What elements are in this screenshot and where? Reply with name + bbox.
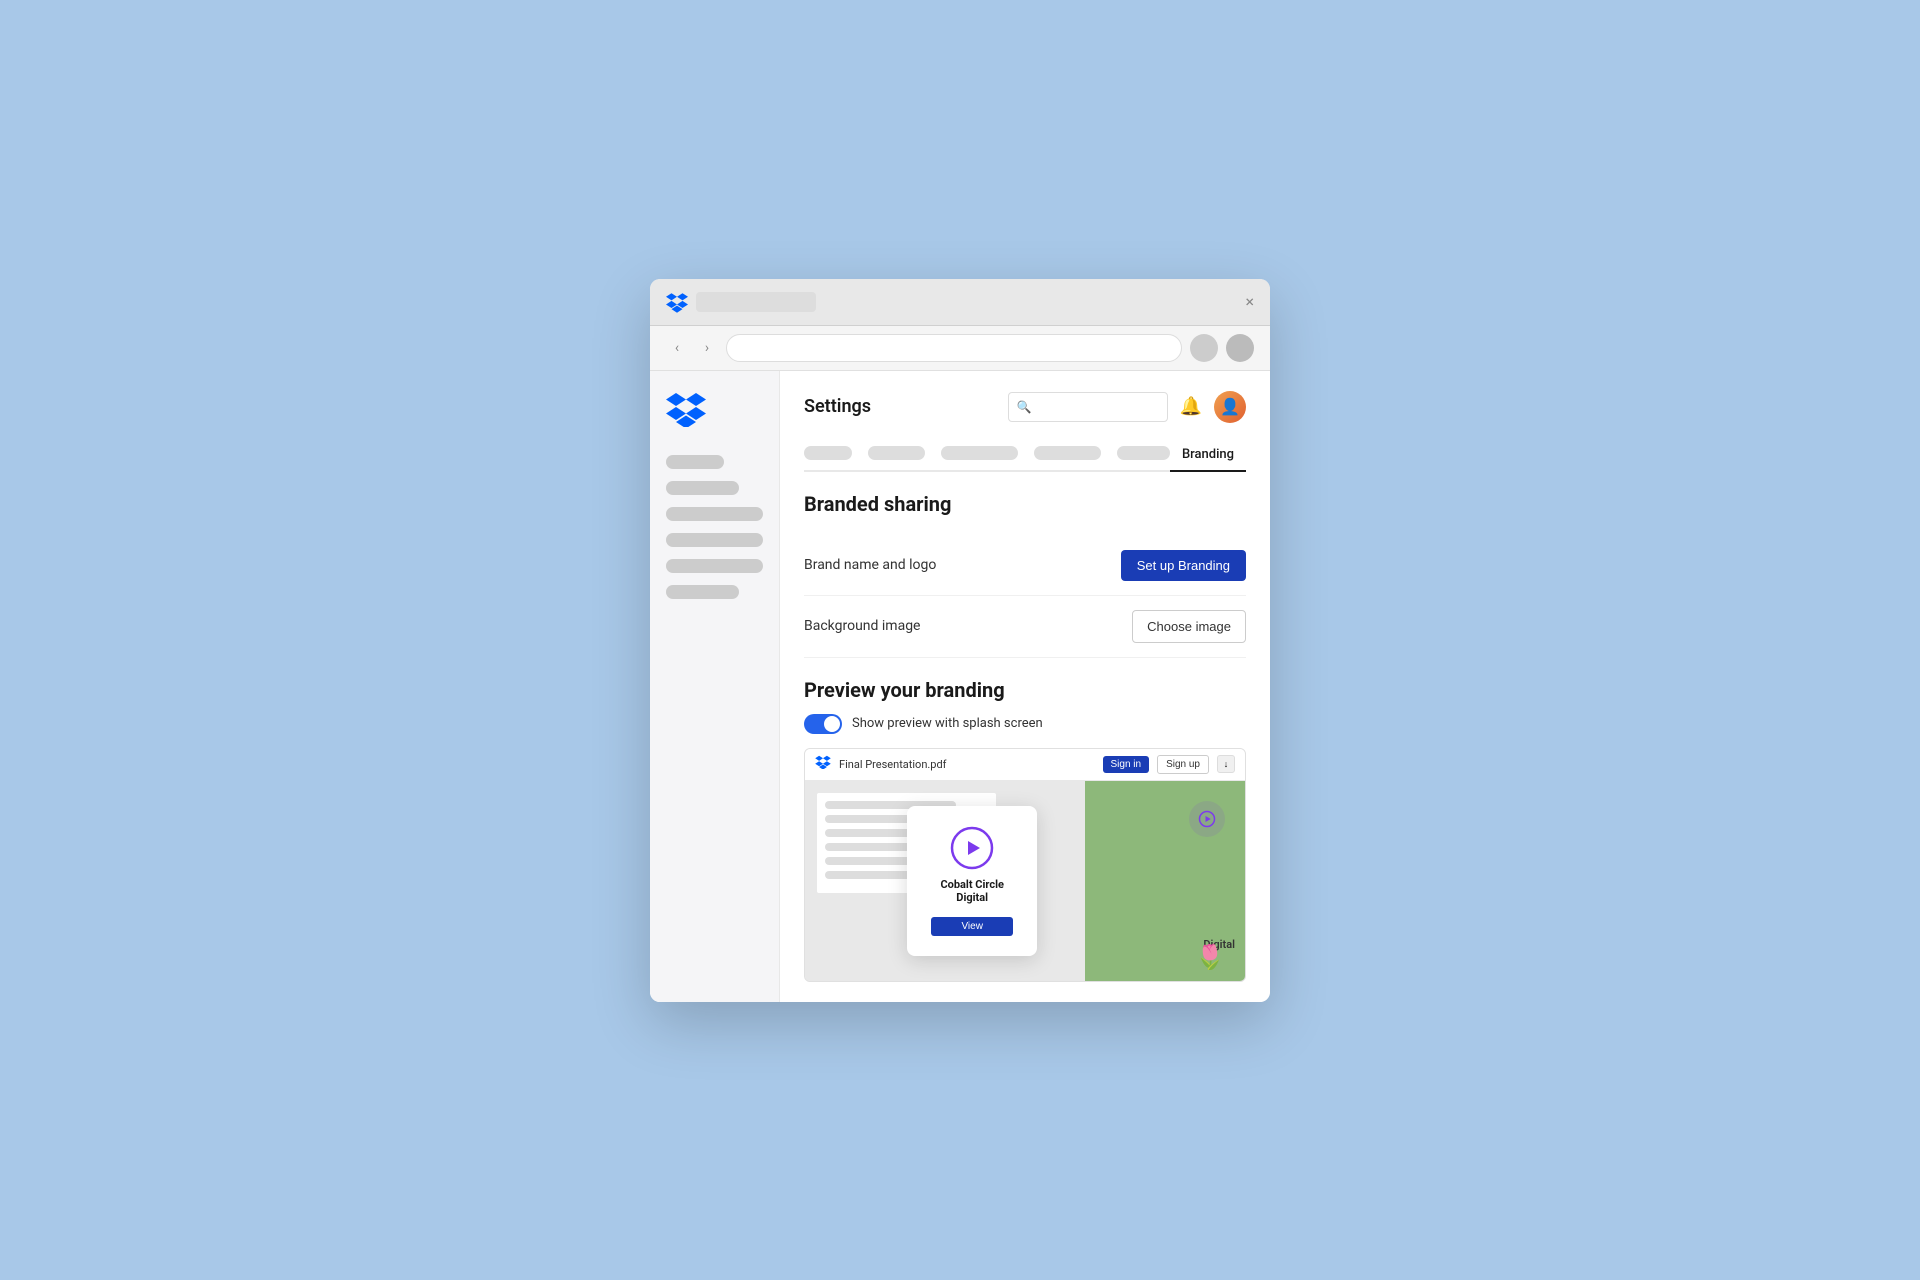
browser-nav: ‹ › (650, 326, 1270, 371)
nav-profile-circle-2 (1226, 334, 1254, 362)
avatar-emoji: 👤 (1220, 397, 1240, 416)
overlay-view-button[interactable]: View (931, 917, 1013, 936)
flower-decoration: 🌷 (1195, 943, 1225, 971)
nav-profile-circle (1190, 334, 1218, 362)
sidebar-logo (666, 391, 763, 431)
sidebar-item-5[interactable] (666, 559, 763, 573)
preview-play-icon (1189, 801, 1225, 837)
sidebar-item-2[interactable] (666, 481, 739, 495)
tab-placeholder-2[interactable] (868, 446, 926, 460)
preview-signup-button[interactable]: Sign up (1157, 755, 1209, 774)
toggle-label: Show preview with splash screen (852, 716, 1043, 731)
tab-placeholder-4[interactable] (1034, 446, 1101, 460)
choose-image-button[interactable]: Choose image (1132, 610, 1246, 643)
toggle-row: Show preview with splash screen (804, 714, 1246, 734)
dropbox-tab-logo (666, 291, 688, 313)
search-box[interactable]: 🔍 (1008, 392, 1168, 422)
section-title: Branded sharing (804, 492, 1246, 516)
preview-title: Preview your branding (804, 678, 1246, 702)
search-icon: 🔍 (1017, 400, 1032, 414)
avatar: 👤 (1214, 391, 1246, 423)
preview-download-button[interactable]: ↓ (1217, 755, 1235, 773)
sidebar-item-6[interactable] (666, 585, 739, 599)
sidebar (650, 371, 780, 1002)
preview-overlay: Cobalt Circle Digital View (907, 806, 1037, 956)
tab-nav: Branding (804, 439, 1246, 472)
main-content: Settings 🔍 🔔 👤 Branding (780, 371, 1270, 1002)
address-bar[interactable] (726, 334, 1182, 362)
browser-window: × ‹ › (650, 279, 1270, 1002)
brand-name-row: Brand name and logo Set up Branding (804, 536, 1246, 596)
page-title: Settings (804, 396, 871, 417)
sidebar-item-4[interactable] (666, 533, 763, 547)
sidebar-item-1[interactable] (666, 455, 724, 469)
preview-image-area: Digital 🌷 (1085, 781, 1245, 981)
back-button[interactable]: ‹ (666, 337, 688, 359)
tab-branding[interactable]: Branding (1170, 439, 1246, 472)
header-actions: 🔍 🔔 👤 (1008, 391, 1246, 423)
preview-signin-button[interactable]: Sign in (1103, 756, 1150, 773)
browser-titlebar: × (650, 279, 1270, 326)
setup-branding-button[interactable]: Set up Branding (1121, 550, 1246, 581)
preview-body: Digital 🌷 Coba (805, 781, 1245, 981)
tab-placeholder-3[interactable] (941, 446, 1018, 460)
background-label: Background image (804, 618, 920, 634)
preview-filename: Final Presentation.pdf (839, 758, 1095, 771)
app-body: Settings 🔍 🔔 👤 Branding (650, 371, 1270, 1002)
preview-section: Preview your branding Show preview with … (804, 678, 1246, 982)
bell-icon[interactable]: 🔔 (1180, 396, 1202, 417)
page-header: Settings 🔍 🔔 👤 (804, 391, 1246, 423)
preview-frame: Final Presentation.pdf Sign in Sign up ↓ (804, 748, 1246, 982)
overlay-logo (950, 826, 994, 870)
browser-controls (666, 291, 816, 313)
close-button[interactable]: × (1245, 292, 1254, 311)
forward-button[interactable]: › (696, 337, 718, 359)
brand-name-label: Brand name and logo (804, 557, 936, 573)
background-image-row: Background image Choose image (804, 596, 1246, 658)
preview-toggle[interactable] (804, 714, 842, 734)
sidebar-item-3[interactable] (666, 507, 763, 521)
tab-placeholder-1[interactable] (804, 446, 852, 460)
tab-placeholder-5[interactable] (1117, 446, 1170, 460)
preview-topbar: Final Presentation.pdf Sign in Sign up ↓ (805, 749, 1245, 781)
preview-dropbox-logo (815, 755, 831, 773)
tab-bar-placeholder (696, 292, 816, 312)
overlay-company-name: Cobalt Circle Digital (931, 878, 1013, 904)
